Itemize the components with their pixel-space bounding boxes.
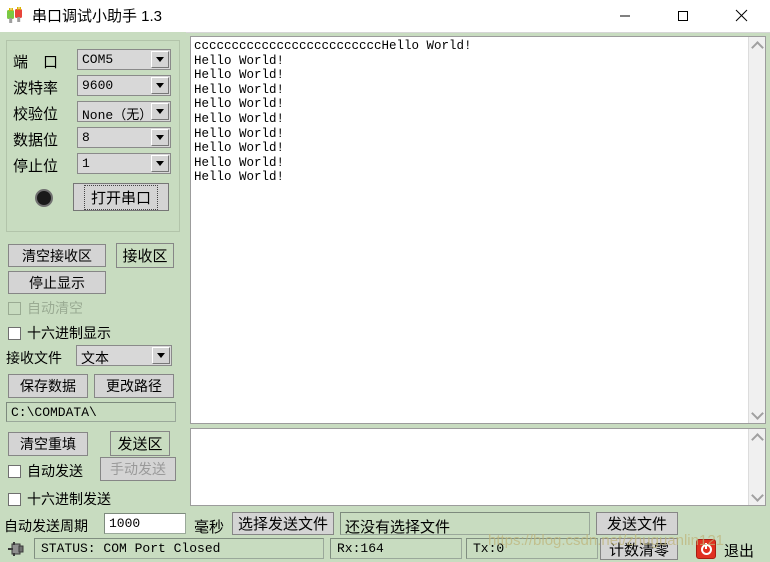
data-bits-label: 数据位 xyxy=(13,133,59,149)
stop-display-button[interactable]: 停止显示 xyxy=(8,271,106,294)
auto-send-period-input[interactable]: 1000 xyxy=(104,513,186,534)
receive-file-format-select[interactable]: 文本 xyxy=(76,345,172,367)
auto-clear-label: 自动清空 xyxy=(27,302,83,317)
plug-icon xyxy=(6,540,26,558)
receive-scrollbar[interactable] xyxy=(748,37,765,423)
status-message: STATUS: COM Port Closed xyxy=(34,538,324,559)
hex-send-label: 十六进制发送 xyxy=(27,493,111,508)
open-port-button[interactable]: 打开串口 xyxy=(73,183,169,211)
baud-rate-value: 9600 xyxy=(82,78,114,93)
auto-send-label: 自动发送 xyxy=(27,465,83,480)
data-bits-value: 8 xyxy=(82,130,90,145)
hex-display-checkbox[interactable] xyxy=(8,326,21,340)
receive-text-area[interactable]: cccccccccccccccccccccccccHello World! He… xyxy=(190,36,766,424)
auto-clear-checkbox-row[interactable]: 自动清空 xyxy=(8,299,83,317)
save-data-button[interactable]: 保存数据 xyxy=(8,374,88,398)
auto-send-checkbox-row[interactable]: 自动发送 xyxy=(8,462,83,480)
clear-refill-button[interactable]: 清空重填 xyxy=(8,432,88,456)
port-label: 端 口 xyxy=(13,55,59,71)
parity-label: 校验位 xyxy=(13,107,59,123)
chevron-down-icon[interactable] xyxy=(152,347,170,364)
window-title: 串口调试小助手 1.3 xyxy=(32,8,163,25)
serial-debug-assistant-window: 串口调试小助手 1.3 端 口 COM5 波特率 9600 校验位 None（无… xyxy=(0,0,770,562)
status-bar: STATUS: COM Port Closed Rx:164 Tx:0 计数清零… xyxy=(0,536,770,562)
exit-button[interactable]: 退出 xyxy=(724,540,754,561)
stop-bits-label: 停止位 xyxy=(13,159,59,175)
stop-bits-select[interactable]: 1 xyxy=(77,153,171,174)
scroll-down-icon[interactable] xyxy=(749,488,766,505)
period-unit-label: 毫秒 xyxy=(194,520,225,536)
auto-clear-checkbox[interactable] xyxy=(8,301,21,315)
scroll-up-icon[interactable] xyxy=(749,37,765,54)
baud-rate-label: 波特率 xyxy=(13,81,59,97)
chevron-down-icon[interactable] xyxy=(151,51,169,68)
minimize-button[interactable] xyxy=(602,0,648,31)
auto-send-checkbox[interactable] xyxy=(8,464,21,478)
close-button[interactable] xyxy=(718,0,764,31)
parity-select[interactable]: None（无） xyxy=(77,101,171,123)
send-section-label[interactable]: 发送区 xyxy=(110,431,170,456)
manual-send-button[interactable]: 手动发送 xyxy=(100,457,176,481)
receive-section-label[interactable]: 接收区 xyxy=(116,243,174,268)
bottom-controls-row: 自动发送周期 1000 毫秒 选择发送文件 还没有选择文件 发送文件 xyxy=(0,510,770,536)
auto-send-period-label: 自动发送周期 xyxy=(4,520,88,535)
title-bar: 串口调试小助手 1.3 xyxy=(0,0,770,33)
hex-send-checkbox-row[interactable]: 十六进制发送 xyxy=(8,490,111,508)
scroll-down-icon[interactable] xyxy=(749,406,765,423)
chevron-down-icon[interactable] xyxy=(151,155,169,172)
send-file-status-field[interactable]: 还没有选择文件 xyxy=(340,512,590,535)
port-value: COM5 xyxy=(82,52,114,67)
power-icon[interactable] xyxy=(696,539,716,559)
port-status-led xyxy=(35,189,53,207)
receive-file-label: 接收文件 xyxy=(6,352,62,367)
parity-value: None（无） xyxy=(82,108,153,123)
receive-text-content: cccccccccccccccccccccccccHello World! He… xyxy=(194,39,472,185)
send-text-area[interactable] xyxy=(190,428,766,506)
chevron-down-icon[interactable] xyxy=(151,129,169,146)
reset-counter-button[interactable]: 计数清零 xyxy=(600,538,678,560)
hex-display-checkbox-row[interactable]: 十六进制显示 xyxy=(8,324,111,342)
chevron-down-icon[interactable] xyxy=(151,77,169,94)
maximize-button[interactable] xyxy=(660,0,706,31)
stop-bits-value: 1 xyxy=(82,156,90,171)
chevron-down-icon[interactable] xyxy=(151,103,169,120)
hex-send-checkbox[interactable] xyxy=(8,492,21,506)
serial-parameters-group: 端 口 COM5 波特率 9600 校验位 None（无） 数据位 8 停止位 … xyxy=(6,40,180,232)
hex-display-label: 十六进制显示 xyxy=(27,327,111,342)
save-path-field[interactable]: C:\COMDATA\ xyxy=(6,402,176,422)
choose-send-file-button[interactable]: 选择发送文件 xyxy=(232,512,334,535)
rx-counter: Rx:164 xyxy=(330,538,462,559)
serial-plug-icon xyxy=(6,7,26,25)
data-bits-select[interactable]: 8 xyxy=(77,127,171,148)
open-port-button-label: 打开串口 xyxy=(83,184,158,210)
send-file-button[interactable]: 发送文件 xyxy=(596,512,678,535)
tx-counter: Tx:0 xyxy=(466,538,598,559)
send-scrollbar[interactable] xyxy=(748,429,765,505)
clear-receive-button[interactable]: 清空接收区 xyxy=(8,244,106,267)
change-path-button[interactable]: 更改路径 xyxy=(94,374,174,398)
receive-file-format-value: 文本 xyxy=(81,352,109,367)
baud-rate-select[interactable]: 9600 xyxy=(77,75,171,96)
left-control-column: 端 口 COM5 波特率 9600 校验位 None（无） 数据位 8 停止位 … xyxy=(0,32,186,532)
scroll-up-icon[interactable] xyxy=(749,429,766,446)
port-select[interactable]: COM5 xyxy=(77,49,171,70)
